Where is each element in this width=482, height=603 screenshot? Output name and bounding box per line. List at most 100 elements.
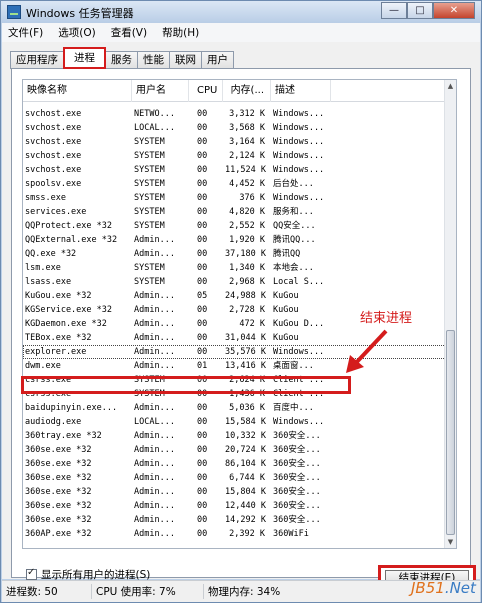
cell-memory: 3,164 K bbox=[229, 137, 265, 147]
cell-cpu: 00 bbox=[197, 235, 208, 245]
scrollbar-thumb[interactable] bbox=[446, 330, 455, 535]
cell-user-name: Admin... bbox=[134, 305, 175, 315]
menu-view[interactable]: 查看(V) bbox=[109, 25, 149, 40]
cell-description: KuGou D... bbox=[273, 319, 325, 329]
cell-image-name: explorer.exe bbox=[25, 347, 87, 357]
cell-description: 本地会... bbox=[273, 263, 314, 273]
cell-image-name: dwm.exe bbox=[25, 361, 61, 371]
cell-memory: 4,452 K bbox=[229, 179, 265, 189]
table-row[interactable]: QQProtect.exe *32 SYSTEM 00 2,552 K QQ安全... bbox=[23, 219, 446, 233]
table-row[interactable]: 360se.exe *32 Admin... 00 12,440 K 360安全... bbox=[23, 499, 446, 513]
tab-processes[interactable]: 进程 bbox=[63, 47, 106, 69]
table-row[interactable]: svchost.exe LOCAL... 00 3,568 K Windows... bbox=[23, 121, 446, 135]
cell-memory: 11,524 K bbox=[225, 165, 266, 175]
cell-cpu: 00 bbox=[197, 249, 208, 259]
tab-performance[interactable]: 性能 bbox=[137, 51, 170, 69]
cell-memory: 31,044 K bbox=[225, 333, 266, 343]
cell-image-name: spoolsv.exe bbox=[25, 179, 82, 189]
cell-user-name: NETWO... bbox=[134, 109, 175, 119]
cell-memory: 2,392 K bbox=[229, 529, 265, 539]
column-description[interactable]: 描述 bbox=[271, 80, 331, 102]
table-row[interactable]: 360se.exe *32 Admin... 00 86,104 K 360安全... bbox=[23, 457, 446, 471]
table-row[interactable]: lsm.exe SYSTEM 00 1,340 K 本地会... bbox=[23, 261, 446, 275]
cell-user-name: SYSTEM bbox=[134, 193, 165, 203]
cell-user-name: Admin... bbox=[134, 347, 175, 357]
cell-cpu: 00 bbox=[197, 263, 208, 273]
cell-memory: 472 K bbox=[239, 319, 265, 329]
table-row[interactable]: smss.exe SYSTEM 00 376 K Windows... bbox=[23, 191, 446, 205]
close-button[interactable]: ✕ bbox=[433, 2, 475, 19]
column-user-name[interactable]: 用户名 bbox=[132, 80, 189, 102]
title-bar[interactable]: Windows 任务管理器 — □ ✕ bbox=[1, 1, 481, 23]
cell-image-name: audiodg.exe bbox=[25, 417, 82, 427]
cell-cpu: 00 bbox=[197, 137, 208, 147]
column-cpu[interactable]: CPU bbox=[189, 80, 223, 102]
table-row[interactable]: baidupinyin.exe... Admin... 00 5,036 K 百度中..… bbox=[23, 401, 446, 415]
cell-description: Windows... bbox=[273, 165, 325, 175]
cell-user-name: Admin... bbox=[134, 319, 175, 329]
cell-image-name: lsm.exe bbox=[25, 263, 61, 273]
table-row[interactable]: spoolsv.exe SYSTEM 00 4,452 K 后台处... bbox=[23, 177, 446, 191]
cell-user-name: Admin... bbox=[134, 487, 175, 497]
cell-image-name: 360tray.exe *32 bbox=[25, 431, 102, 441]
table-row[interactable]: QQ.exe *32 Admin... 00 37,180 K 腾讯QQ bbox=[23, 247, 446, 261]
tab-users[interactable]: 用户 bbox=[201, 51, 234, 69]
cell-description: 360安全... bbox=[273, 487, 321, 497]
menu-file[interactable]: 文件(F) bbox=[6, 25, 45, 40]
tab-applications[interactable]: 应用程序 bbox=[10, 51, 64, 69]
table-row[interactable]: 360AP.exe *32 Admin... 00 2,392 K 360WiFi bbox=[23, 527, 446, 541]
cell-memory: 24,988 K bbox=[225, 291, 266, 301]
cell-image-name: smss.exe bbox=[25, 193, 66, 203]
cell-image-name: QQProtect.exe *32 bbox=[25, 221, 112, 231]
cell-description: 桌面窗... bbox=[273, 361, 314, 371]
cell-cpu: 00 bbox=[197, 459, 208, 469]
cell-image-name: svchost.exe bbox=[25, 137, 82, 147]
table-row[interactable]: svchost.exe SYSTEM 00 3,164 K Windows... bbox=[23, 135, 446, 149]
table-row[interactable]: services.exe SYSTEM 00 4,820 K 服务和... bbox=[23, 205, 446, 219]
table-row[interactable]: QQExternal.exe *32 Admin... 00 1,920 K 腾讯QQ.… bbox=[23, 233, 446, 247]
menu-bar: 文件(F) 选项(O) 查看(V) 帮助(H) bbox=[2, 23, 480, 42]
table-row[interactable]: KuGou.exe *32 Admin... 05 24,988 K KuGou bbox=[23, 289, 446, 303]
show-all-checkbox[interactable] bbox=[26, 567, 37, 580]
tab-networking[interactable]: 联网 bbox=[169, 51, 202, 69]
cell-cpu: 00 bbox=[197, 277, 208, 287]
cell-memory: 3,312 K bbox=[229, 109, 265, 119]
table-row[interactable]: audiodg.exe LOCAL... 00 15,584 K Windows... bbox=[23, 415, 446, 429]
status-bar: 进程数: 50 CPU 使用率: 7% 物理内存: 34% bbox=[2, 580, 480, 602]
table-row[interactable]: 360se.exe *32 Admin... 00 15,804 K 360安全... bbox=[23, 485, 446, 499]
cell-user-name: Admin... bbox=[134, 291, 175, 301]
cell-memory: 86,104 K bbox=[225, 459, 266, 469]
cell-cpu: 00 bbox=[197, 207, 208, 217]
menu-help[interactable]: 帮助(H) bbox=[160, 25, 201, 40]
cell-memory: 2,124 K bbox=[229, 151, 265, 161]
minimize-button[interactable]: — bbox=[381, 2, 407, 19]
watermark-brand: JB51 bbox=[411, 579, 445, 597]
cell-memory: 12,440 K bbox=[225, 501, 266, 511]
tab-services[interactable]: 服务 bbox=[105, 51, 138, 69]
table-row[interactable]: 360se.exe *32 Admin... 00 20,724 K 360安全... bbox=[23, 443, 446, 457]
scroll-up-icon[interactable]: ▲ bbox=[445, 80, 456, 92]
column-memory[interactable]: 内存(... bbox=[223, 80, 271, 102]
cell-image-name: 360se.exe *32 bbox=[25, 445, 92, 455]
table-row[interactable]: svchost.exe SYSTEM 00 11,524 K Windows... bbox=[23, 163, 446, 177]
table-row[interactable]: 360se.exe *32 Admin... 00 6,744 K 360安全... bbox=[23, 471, 446, 485]
cell-memory: 1,340 K bbox=[229, 263, 265, 273]
cell-user-name: SYSTEM bbox=[134, 151, 165, 161]
table-row[interactable]: lsass.exe SYSTEM 00 2,968 K Local S... bbox=[23, 275, 446, 289]
vertical-scrollbar[interactable]: ▲ ▼ bbox=[444, 80, 456, 548]
cell-cpu: 00 bbox=[197, 529, 208, 539]
table-row[interactable]: svchost.exe NETWO... 00 3,312 K Windows... bbox=[23, 107, 446, 121]
cell-user-name: Admin... bbox=[134, 501, 175, 511]
column-image-name[interactable]: 映像名称 bbox=[23, 80, 132, 102]
menu-options[interactable]: 选项(O) bbox=[56, 25, 97, 40]
maximize-button[interactable]: □ bbox=[407, 2, 433, 19]
table-row[interactable]: svchost.exe SYSTEM 00 2,124 K Windows... bbox=[23, 149, 446, 163]
cell-cpu: 00 bbox=[197, 109, 208, 119]
table-row[interactable]: 360se.exe *32 Admin... 00 14,292 K 360安全... bbox=[23, 513, 446, 527]
scroll-down-icon[interactable]: ▼ bbox=[445, 536, 456, 548]
table-row[interactable]: 360tray.exe *32 Admin... 00 10,332 K 360安全..… bbox=[23, 429, 446, 443]
cell-cpu: 00 bbox=[197, 319, 208, 329]
status-process-count: 进程数: 50 bbox=[2, 584, 92, 599]
status-memory-usage: 物理内存: 34% bbox=[208, 586, 281, 598]
cell-memory: 2,968 K bbox=[229, 277, 265, 287]
